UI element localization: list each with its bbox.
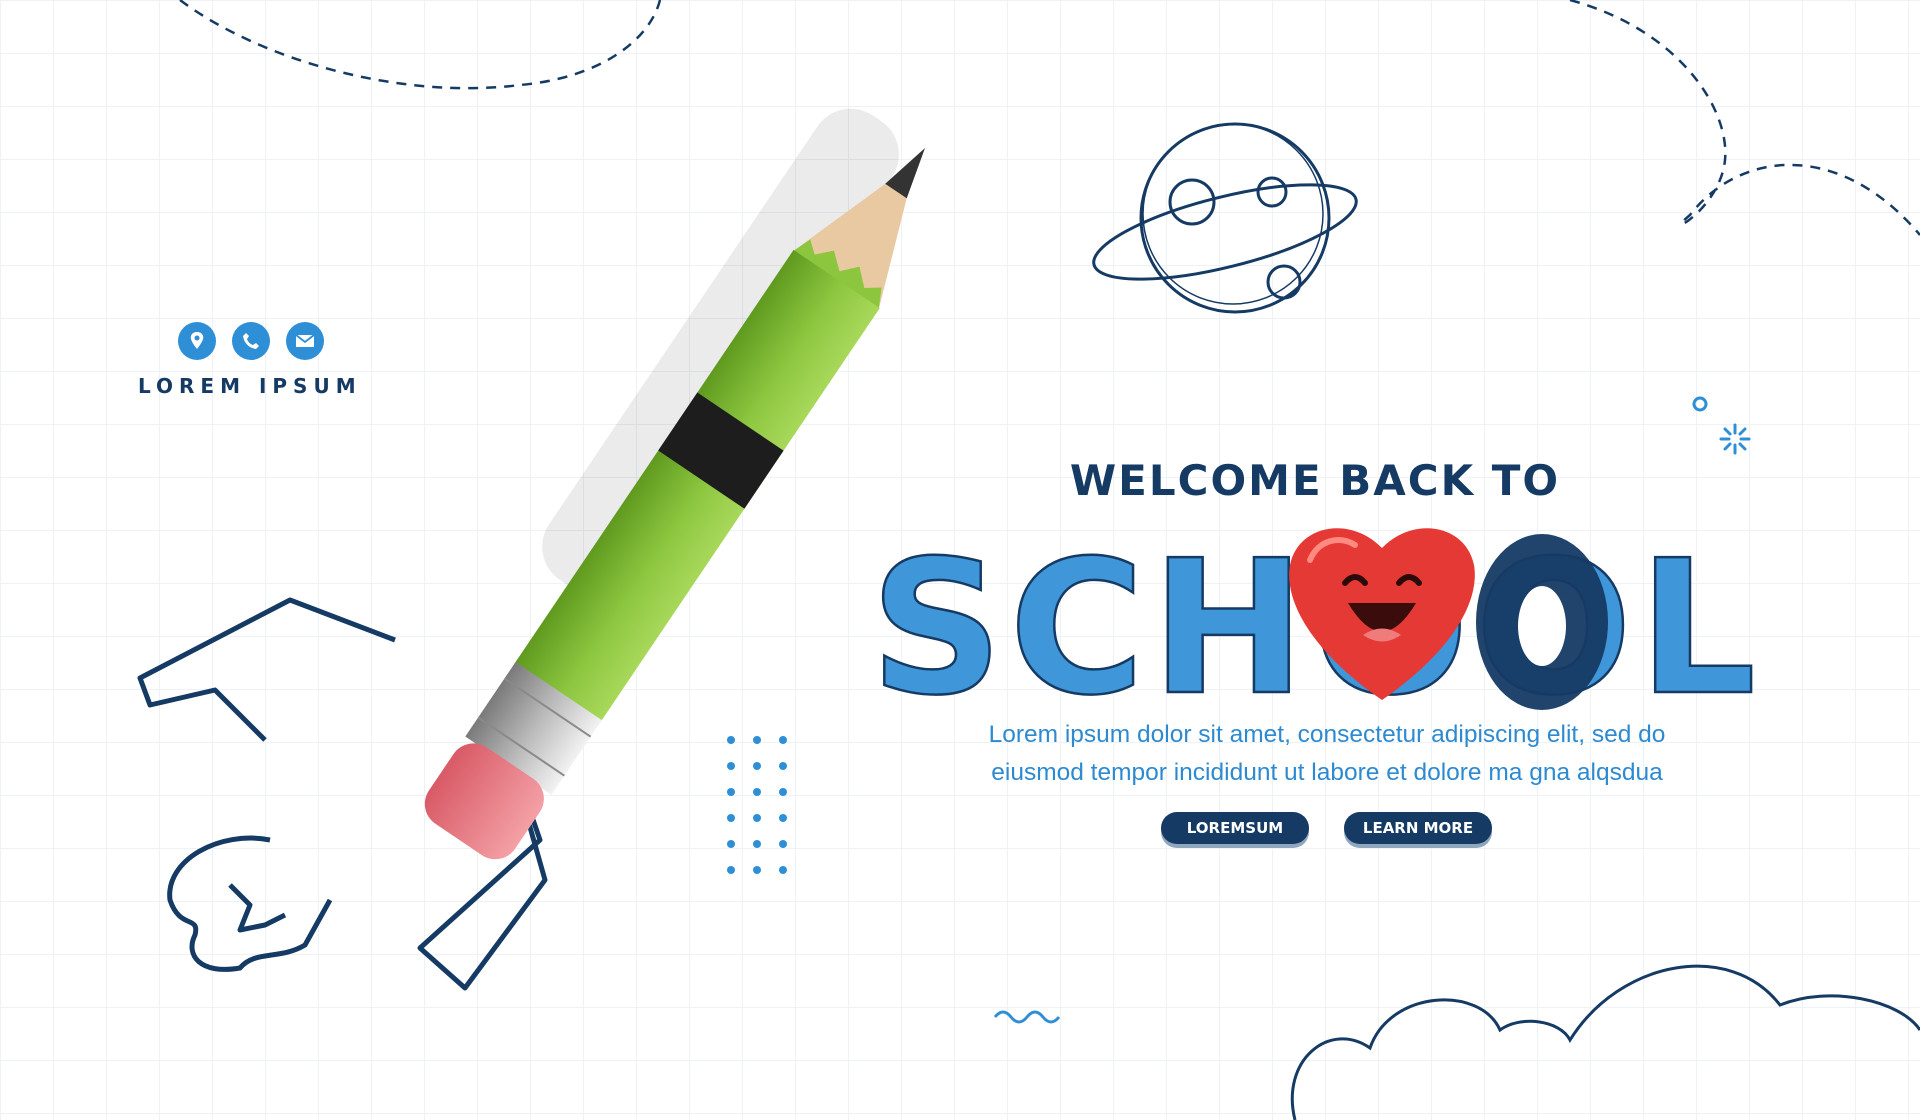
hero-description: Lorem ipsum dolor sit amet, consectetur … (932, 716, 1722, 792)
school-word-art: SCHOOL (869, 519, 1758, 738)
learn-more-button[interactable]: LEARN MORE (1344, 812, 1492, 844)
hero-description-line-1: Lorem ipsum dolor sit amet, consectetur … (988, 721, 1666, 748)
loremsum-button[interactable]: LOREMSUM (1161, 812, 1309, 844)
hero-description-line-2: eiusmod tempor incididunt ut labore et d… (991, 759, 1663, 786)
